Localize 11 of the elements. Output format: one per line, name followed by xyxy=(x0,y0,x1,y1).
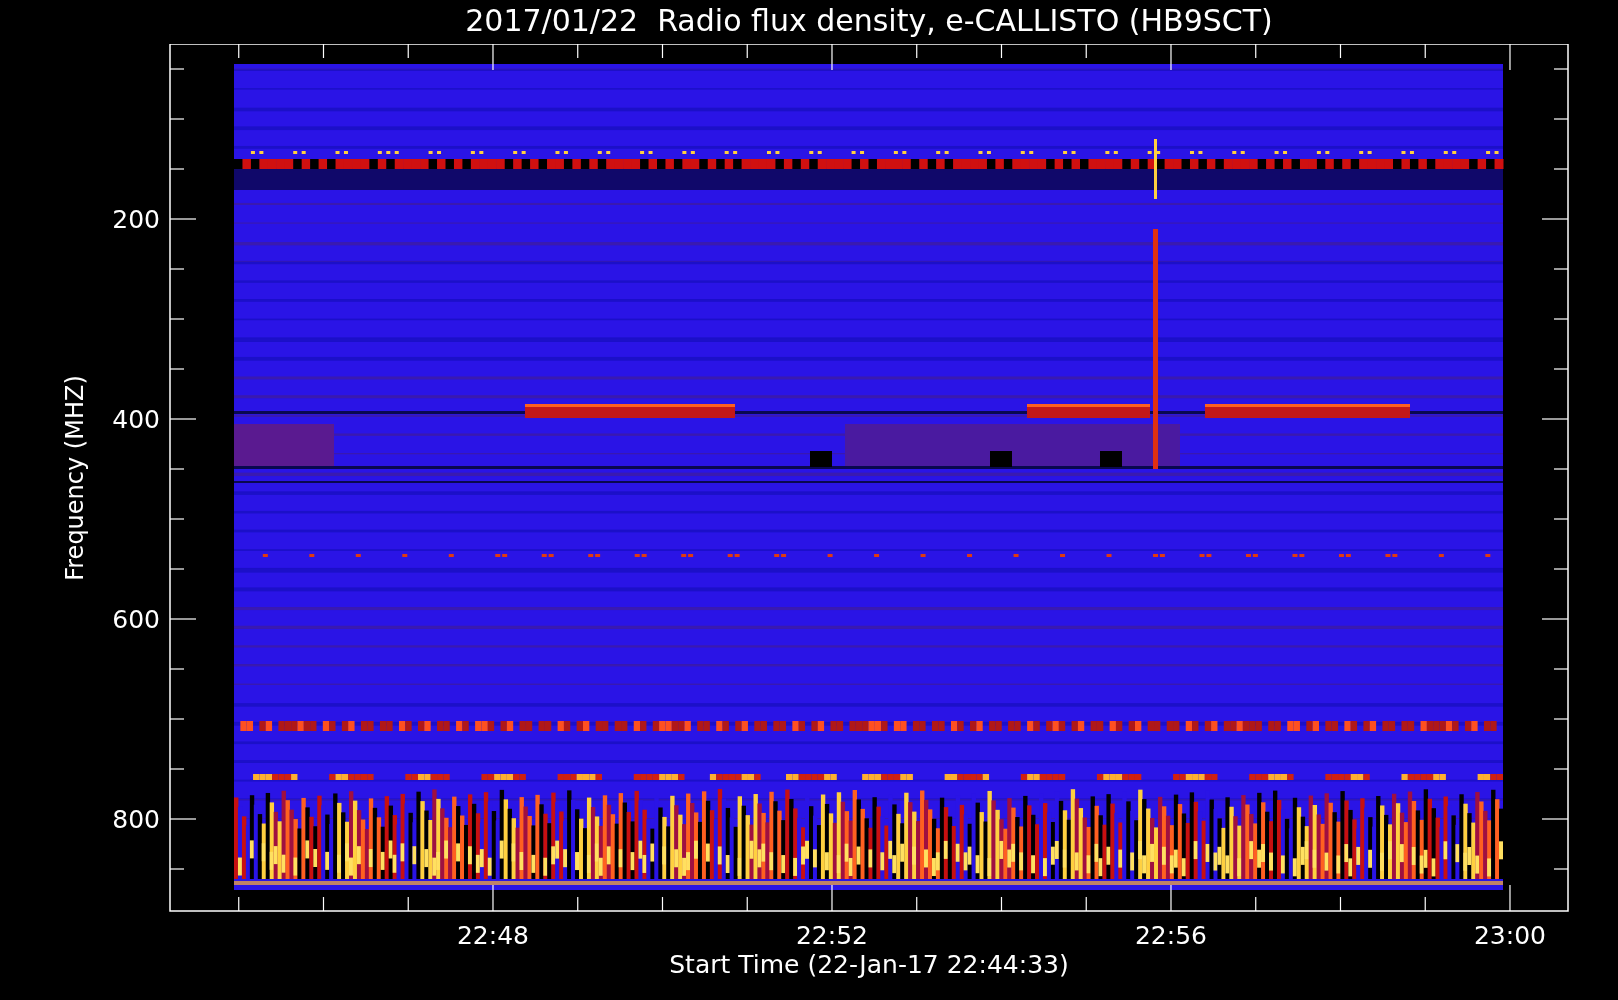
y-tick-label: 800 xyxy=(112,805,160,834)
chart-title: 2017/01/22 Radio flux density, e-CALLISTO (HB9SCT) xyxy=(464,2,1274,40)
x-axis-title: Start Time (22-Jan-17 22:44:33) xyxy=(668,950,1070,980)
x-tick-label: 22:56 xyxy=(1134,921,1207,950)
x-tick-label: 22:52 xyxy=(795,921,868,950)
x-tick-label: 22:48 xyxy=(456,921,529,950)
y-tick-label: 600 xyxy=(112,605,160,634)
y-axis-title: Frequency (MHZ) xyxy=(61,375,89,581)
y-tick-label: 400 xyxy=(112,405,160,434)
y-tick-label: 200 xyxy=(112,205,160,234)
x-tick-label: 23:00 xyxy=(1473,921,1546,950)
